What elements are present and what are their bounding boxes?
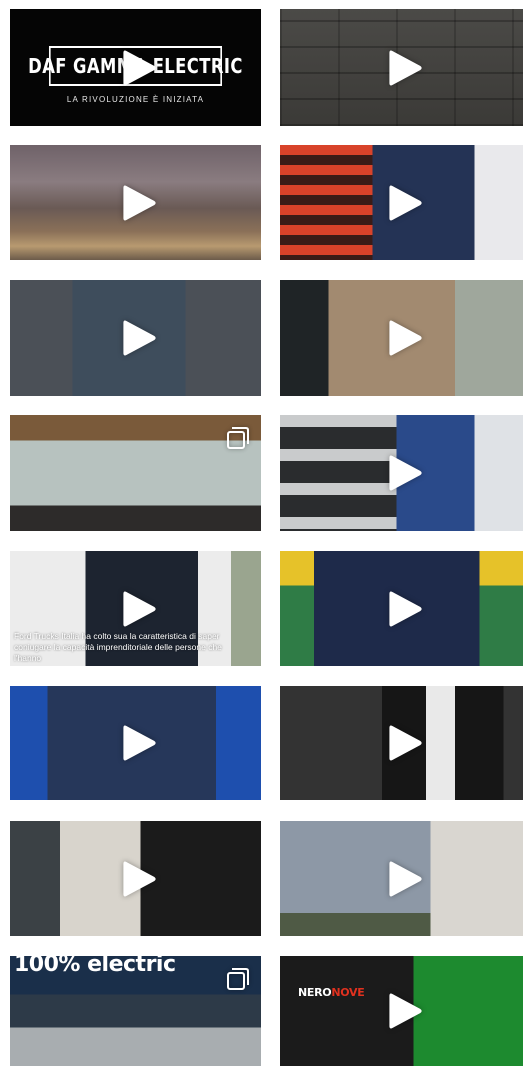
play-icon: [388, 993, 422, 1029]
play-icon: [122, 591, 156, 626]
post-tile-13[interactable]: [10, 821, 261, 936]
post-tile-9[interactable]: Ford Trucks Italia ha colto sua la carat…: [10, 551, 261, 666]
play-icon: [388, 861, 422, 896]
shirt-print-text: NERONOVE: [298, 986, 365, 999]
post-tile-10[interactable]: [280, 551, 523, 666]
play-icon: [122, 185, 156, 220]
post-tile-6[interactable]: [280, 280, 523, 396]
post-tile-11[interactable]: [10, 686, 261, 800]
post-tile-5[interactable]: [10, 280, 261, 396]
multiple-images-icon: [227, 968, 249, 990]
caption-text: Ford Trucks Italia ha colto sua la carat…: [14, 631, 222, 663]
post-tile-3[interactable]: [10, 145, 261, 260]
play-icon: [122, 320, 156, 356]
play-icon: [388, 320, 422, 356]
post-tile-8[interactable]: [280, 415, 523, 531]
play-icon: [122, 50, 156, 85]
post-tile-16[interactable]: NERONOVE: [280, 956, 523, 1066]
post-tile-1[interactable]: DAF GAMMA ELECTRIC LA RIVOLUZIONE È INIZ…: [10, 9, 261, 126]
media-grid: DAF GAMMA ELECTRIC LA RIVOLUZIONE È INIZ…: [0, 0, 523, 1066]
post-tile-2[interactable]: [280, 9, 523, 126]
shirt-word-2: NOVE: [331, 986, 365, 999]
post-tile-15[interactable]: 100% electric: [10, 956, 261, 1066]
post-tile-14[interactable]: [280, 821, 523, 936]
play-icon: [122, 861, 156, 896]
play-icon: [388, 591, 422, 626]
post-tile-7[interactable]: [10, 415, 261, 531]
multiple-images-icon: [227, 427, 249, 449]
shirt-word-1: NERO: [298, 986, 332, 999]
play-icon: [122, 725, 156, 761]
thumbnail: [10, 415, 261, 531]
daf-logo-tagline: LA RIVOLUZIONE È INIZIATA: [66, 95, 205, 104]
play-icon: [388, 725, 422, 761]
play-icon: [388, 455, 422, 491]
play-icon: [388, 185, 422, 220]
post-tile-4[interactable]: [280, 145, 523, 260]
play-icon: [388, 50, 422, 85]
sign-text: 100% electric: [14, 956, 176, 977]
post-tile-12[interactable]: [280, 686, 523, 800]
